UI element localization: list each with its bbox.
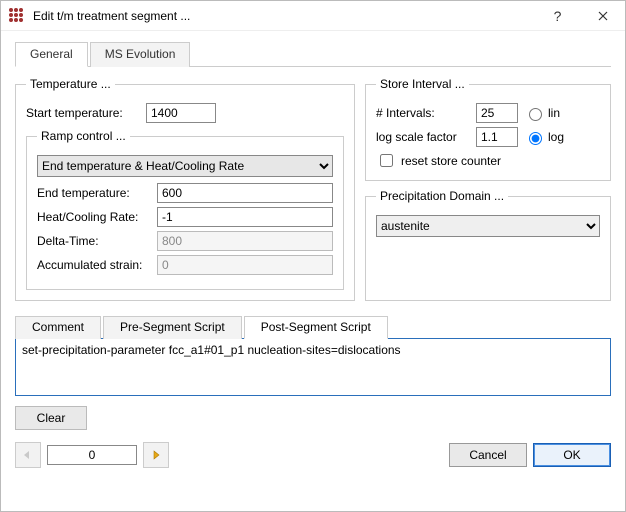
script-text: set-precipitation-parameter fcc_a1#01_p1… — [22, 343, 401, 357]
store-legend: Store Interval ... — [376, 77, 469, 91]
strain-input — [157, 255, 333, 275]
main-tabs: General MS Evolution — [15, 41, 611, 67]
footer: Cancel OK — [15, 442, 611, 468]
reset-checkbox[interactable] — [380, 154, 393, 167]
rate-input[interactable] — [157, 207, 333, 227]
rate-label: Heat/Cooling Rate: — [37, 210, 157, 224]
temperature-group: Temperature ... Start temperature: Ramp … — [15, 77, 355, 301]
tab-comment[interactable]: Comment — [15, 316, 101, 339]
script-textarea[interactable]: set-precipitation-parameter fcc_a1#01_p1… — [15, 338, 611, 396]
tab-post-script[interactable]: Post-Segment Script — [244, 316, 388, 339]
precip-select[interactable]: austenite — [376, 215, 600, 237]
window-title: Edit t/m treatment segment ... — [33, 9, 535, 23]
index-input[interactable] — [47, 445, 137, 465]
end-temp-label: End temperature: — [37, 186, 157, 200]
log-radio[interactable] — [529, 132, 542, 145]
titlebar: Edit t/m treatment segment ... ? — [1, 1, 625, 31]
start-temp-label: Start temperature: — [26, 106, 146, 120]
ramp-legend: Ramp control ... — [37, 129, 130, 143]
reset-label: reset store counter — [401, 154, 501, 168]
help-button[interactable]: ? — [535, 1, 580, 31]
lin-label: lin — [548, 106, 560, 120]
precip-group: Precipitation Domain ... austenite — [365, 189, 611, 301]
close-icon — [598, 11, 608, 21]
start-temp-input[interactable] — [146, 103, 216, 123]
intervals-label: # Intervals: — [376, 106, 476, 120]
tab-general[interactable]: General — [15, 42, 88, 67]
store-group: Store Interval ... # Intervals: lin log … — [365, 77, 611, 181]
temperature-legend: Temperature ... — [26, 77, 115, 91]
close-button[interactable] — [580, 1, 625, 31]
intervals-input[interactable] — [476, 103, 518, 123]
arrow-right-icon — [150, 450, 162, 460]
logfactor-label: log scale factor — [376, 130, 476, 144]
dialog-body: General MS Evolution Temperature ... Sta… — [1, 31, 625, 480]
ok-button[interactable]: OK — [533, 443, 611, 467]
log-label: log — [548, 130, 564, 144]
strain-label: Accumulated strain: — [37, 258, 157, 272]
tab-ms-evolution[interactable]: MS Evolution — [90, 42, 191, 67]
ramp-mode-select[interactable]: End temperature & Heat/Cooling Rate — [37, 155, 333, 177]
app-icon — [9, 8, 25, 24]
cancel-button[interactable]: Cancel — [449, 443, 527, 467]
lin-radio[interactable] — [529, 108, 542, 121]
delta-label: Delta-Time: — [37, 234, 157, 248]
script-tabs: Comment Pre-Segment Script Post-Segment … — [15, 315, 611, 339]
logfactor-input[interactable] — [476, 127, 518, 147]
precip-legend: Precipitation Domain ... — [376, 189, 508, 203]
prev-button[interactable] — [15, 442, 41, 468]
ramp-group: Ramp control ... End temperature & Heat/… — [26, 129, 344, 290]
next-button[interactable] — [143, 442, 169, 468]
arrow-left-icon — [22, 450, 34, 460]
tab-pre-script[interactable]: Pre-Segment Script — [103, 316, 242, 339]
clear-button[interactable]: Clear — [15, 406, 87, 430]
delta-input — [157, 231, 333, 251]
end-temp-input[interactable] — [157, 183, 333, 203]
